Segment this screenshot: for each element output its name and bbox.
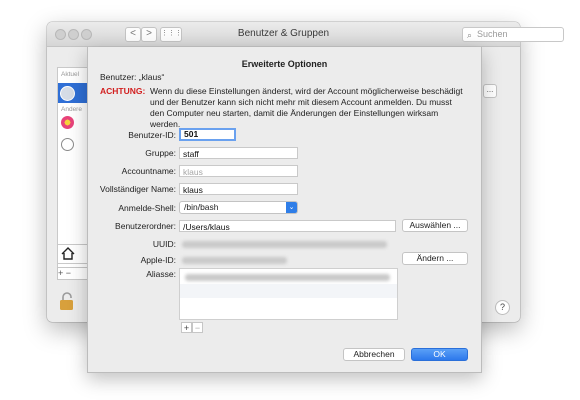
user-id-label: Benutzer-ID: — [128, 130, 176, 140]
account-name-label: Accountname: — [121, 166, 176, 176]
section-other-label: Andere — [61, 106, 82, 113]
account-name-field[interactable]: klaus — [179, 165, 298, 177]
cancel-button[interactable]: Abbrechen — [343, 348, 405, 361]
warning-text: Wenn du diese Einstellungen änderst, wir… — [150, 86, 463, 129]
section-current-label: Aktuel — [61, 71, 80, 78]
guest-user-icon — [61, 138, 74, 151]
add-alias-button[interactable]: + — [181, 322, 192, 333]
warning-label: ACHTUNG: — [100, 86, 146, 96]
remove-alias-button[interactable]: − — [192, 322, 203, 333]
home-icon — [61, 247, 75, 260]
uuid-value-blurred — [182, 241, 387, 248]
sheet-title: Erweiterte Optionen — [241, 59, 328, 69]
chevron-down-icon: ⌄ — [286, 202, 297, 213]
advanced-options-sheet: Erweiterte Optionen Benutzer: „klaus“ AC… — [87, 47, 482, 373]
full-name-label: Vollständiger Name: — [99, 184, 176, 194]
login-options-row[interactable] — [57, 244, 89, 264]
login-shell-label: Anmelde-Shell: — [118, 203, 176, 213]
options-button[interactable]: ... — [483, 84, 497, 98]
add-remove-user-buttons[interactable]: + − — [57, 267, 89, 280]
user-avatar — [60, 86, 75, 101]
user-name: „klaus“ — [138, 72, 165, 82]
user-id-field[interactable]: 501 — [179, 128, 236, 141]
apple-id-label: Apple-ID: — [140, 255, 176, 265]
selected-user-row[interactable] — [58, 83, 88, 103]
user-line: Benutzer: „klaus“ — [100, 72, 164, 82]
search-icon: ⌕ — [467, 30, 473, 40]
aliases-label: Aliasse: — [146, 269, 176, 279]
window-title: Benutzer & Gruppen — [237, 28, 330, 39]
help-button[interactable]: ? — [495, 300, 510, 315]
change-button[interactable]: Ändern ... — [402, 252, 468, 265]
title-bar: < > ⋮⋮⋮ Benutzer & Gruppen ⌕ Suchen — [47, 22, 564, 47]
search-field[interactable]: ⌕ Suchen — [462, 27, 564, 42]
users-list[interactable]: Aktuel Andere — [57, 67, 89, 274]
choose-button[interactable]: Auswählen ... — [402, 219, 468, 232]
group-field[interactable]: staff — [179, 147, 298, 159]
full-name-field[interactable]: klaus — [179, 183, 298, 195]
login-shell-popup[interactable]: /bin/bash ⌄ — [179, 201, 298, 214]
ok-button[interactable]: OK — [411, 348, 468, 361]
flower-avatar-icon — [61, 116, 74, 129]
apple-id-value-blurred — [182, 257, 287, 264]
home-folder-field[interactable]: /Users/klaus — [179, 220, 396, 232]
home-folder-label: Benutzerordner: — [115, 221, 176, 231]
search-placeholder: Suchen — [477, 29, 508, 39]
login-shell-value: /bin/bash — [184, 202, 219, 212]
user-prefix: Benutzer: — [100, 72, 137, 82]
uuid-label: UUID: — [152, 239, 176, 249]
alias-list-row — [180, 284, 397, 298]
alias-item-blurred — [185, 274, 390, 281]
lock-icon[interactable] — [59, 292, 75, 310]
group-label: Gruppe: — [145, 148, 176, 158]
aliases-list[interactable] — [179, 268, 398, 320]
